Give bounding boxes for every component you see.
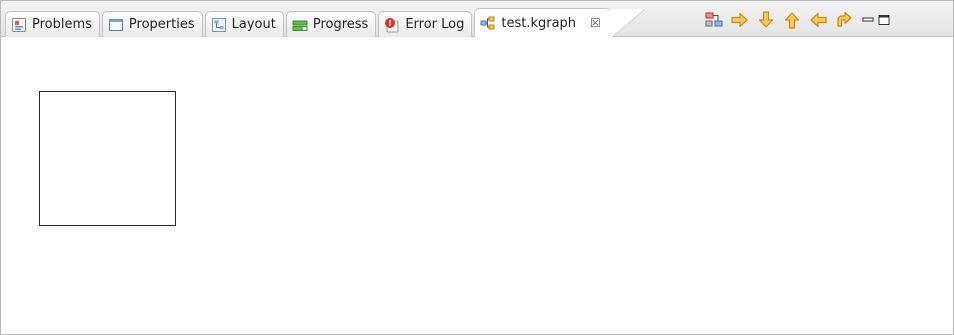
error-log-icon <box>385 17 399 32</box>
tab-label: test.kgraph <box>501 15 577 31</box>
graph-canvas[interactable] <box>1 37 953 334</box>
maximize-icon <box>878 15 890 25</box>
view-toolbar <box>703 9 891 31</box>
tab-label: Problems <box>32 17 92 32</box>
tab-label: Layout <box>231 17 276 32</box>
maximize-button[interactable] <box>877 13 891 27</box>
tab-progress[interactable]: Progress <box>285 11 377 37</box>
arrow-left-button[interactable] <box>807 9 829 31</box>
arrow-right-button[interactable] <box>729 9 751 31</box>
tab-properties[interactable]: Properties <box>101 11 203 37</box>
arrow-right-icon <box>731 12 748 28</box>
tab-bar: Problems Properties Layout Progress Erro… <box>1 1 953 38</box>
progress-icon <box>292 20 308 31</box>
arrow-down-button[interactable] <box>755 9 777 31</box>
arrow-left-icon <box>810 12 827 28</box>
problems-icon <box>12 17 26 32</box>
properties-icon <box>108 18 123 31</box>
graph-node[interactable] <box>39 91 176 226</box>
view-container: Problems Properties Layout Progress Erro… <box>0 0 954 335</box>
tab-label: Error Log <box>405 17 465 32</box>
arrow-up-button[interactable] <box>781 9 803 31</box>
tab-test-kgraph[interactable]: test.kgraph ☒ <box>474 8 646 38</box>
layout-graph-button[interactable] <box>703 9 725 31</box>
layout-icon <box>211 17 226 32</box>
tab-label: Progress <box>312 17 369 32</box>
arrow-down-icon <box>758 11 774 28</box>
kgraph-icon <box>480 16 495 30</box>
tab-strip: Problems Properties Layout Progress Erro… <box>5 8 646 38</box>
tab-layout[interactable]: Layout <box>204 11 284 37</box>
tab-problems[interactable]: Problems <box>5 11 100 37</box>
arrow-rotate-button[interactable] <box>833 9 855 31</box>
layout-graph-icon <box>705 12 723 27</box>
minimize-icon <box>862 17 874 22</box>
close-tab-icon[interactable]: ☒ <box>590 17 601 29</box>
tab-label: Properties <box>128 17 195 32</box>
tab-error-log[interactable]: Error Log <box>378 11 473 37</box>
arrow-rotate-icon <box>837 11 852 27</box>
minimize-button[interactable] <box>861 13 875 27</box>
arrow-up-icon <box>784 12 800 29</box>
